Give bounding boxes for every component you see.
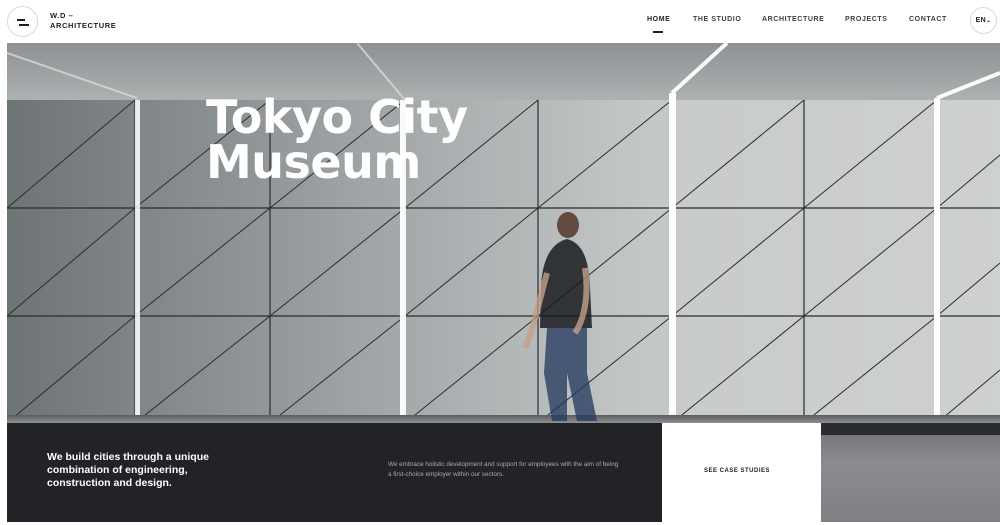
menu-icon-bar xyxy=(19,24,29,26)
nav-item-the-studio[interactable]: THE STUDIO xyxy=(693,16,741,23)
hero-title-line-1: Tokyo City xyxy=(206,90,468,144)
hero-title: Tokyo City Museum xyxy=(206,90,468,189)
menu-icon-bar xyxy=(17,19,25,21)
site-header: W.D – ARCHITECTURE HOME THE STUDIO ARCHI… xyxy=(0,0,1000,42)
intro-headline: We build cities through a unique combina… xyxy=(47,451,209,489)
language-label: EN xyxy=(975,17,986,24)
intro-band: We build cities through a unique combina… xyxy=(7,423,662,522)
hero-title-line-2: Museum xyxy=(206,135,421,189)
cta-label: SEE CASE STUDIES xyxy=(703,468,770,474)
nav-active-indicator xyxy=(653,31,663,33)
nav-item-architecture[interactable]: ARCHITECTURE xyxy=(762,16,824,23)
hero-wall-illustration xyxy=(7,43,1000,423)
intro-body-text: We embrace holistic development and supp… xyxy=(388,461,619,478)
language-selector[interactable]: EN⌄ xyxy=(970,7,997,34)
nav-item-projects[interactable]: PROJECTS xyxy=(845,16,888,23)
nav-item-contact[interactable]: CONTACT xyxy=(909,16,947,23)
floor-image xyxy=(821,423,1000,522)
hero-image: Tokyo City Museum xyxy=(7,43,1000,423)
nav-item-home[interactable]: HOME xyxy=(647,16,670,23)
logo-line-2: ARCHITECTURE xyxy=(50,21,117,30)
menu-icon[interactable] xyxy=(7,6,38,37)
chevron-down-icon: ⌄ xyxy=(986,18,992,24)
floor-edge xyxy=(821,423,1000,435)
site-logo[interactable]: W.D – ARCHITECTURE xyxy=(50,11,116,31)
logo-line-1: W.D – xyxy=(50,11,74,20)
see-case-studies-button[interactable]: SEE CASE STUDIES xyxy=(662,423,821,522)
